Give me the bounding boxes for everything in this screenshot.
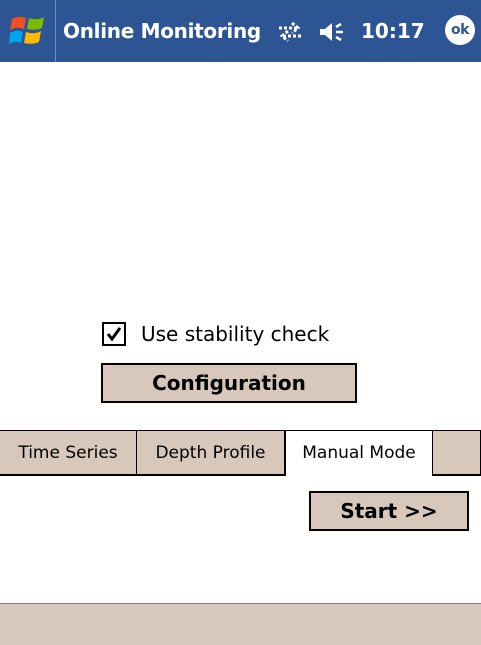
configuration-button[interactable]: Configuration [101, 363, 357, 403]
windows-start-icon [9, 16, 44, 44]
tab-strip-filler [433, 430, 481, 474]
menu-bar[interactable] [0, 603, 481, 645]
title-bar: Online Monitoring 10:17 ok [0, 0, 481, 62]
connectivity-icon[interactable] [277, 21, 303, 43]
stability-check-label[interactable]: Use stability check [141, 321, 329, 347]
volume-icon[interactable] [318, 20, 348, 44]
mode-tabs: Time Series Depth Profile Manual Mode [0, 430, 481, 476]
app-title: Online Monitoring [63, 19, 261, 43]
start-menu-button[interactable] [0, 0, 56, 62]
start-button[interactable]: Start >> [309, 491, 469, 531]
clock[interactable]: 10:17 [361, 18, 425, 44]
checkmark-icon [106, 327, 122, 342]
tab-time-series[interactable]: Time Series [0, 430, 137, 474]
device-screen: Online Monitoring 10:17 ok Use stability… [0, 0, 481, 645]
ok-button[interactable]: ok [445, 15, 475, 45]
tab-manual-mode[interactable]: Manual Mode [285, 430, 433, 476]
tab-depth-profile[interactable]: Depth Profile [137, 430, 285, 474]
stability-checkbox[interactable] [102, 322, 126, 346]
